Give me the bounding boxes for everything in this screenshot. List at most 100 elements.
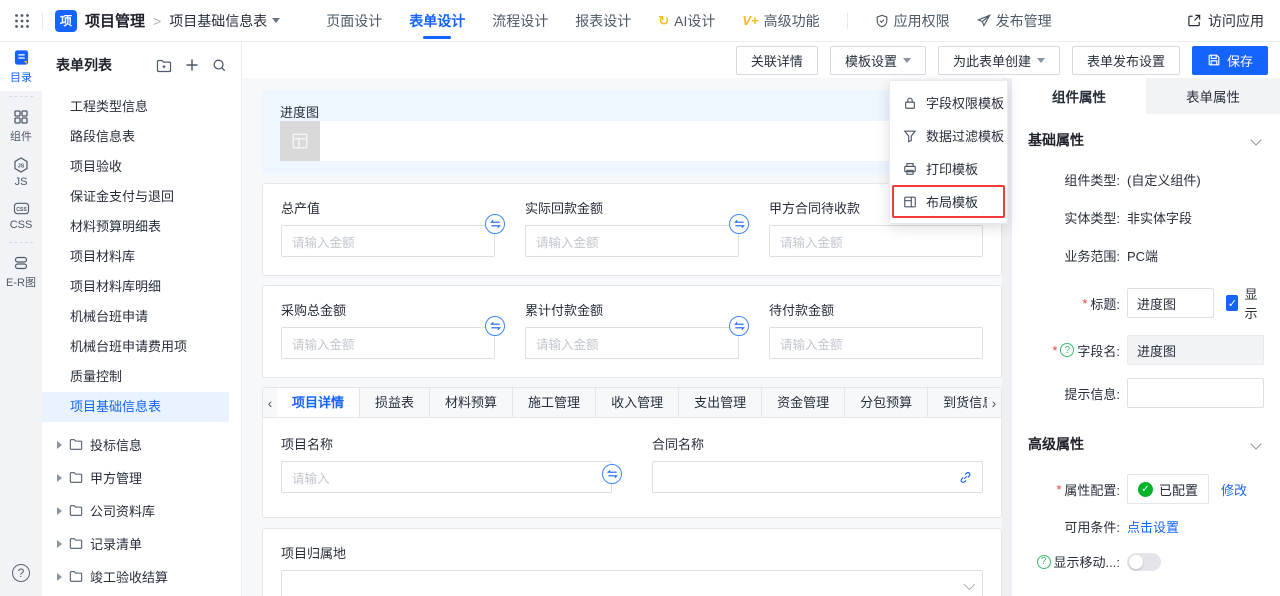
tab-report-design[interactable]: 报表设计 xyxy=(575,0,631,42)
rail-item-er-diagram[interactable]: E-R图 xyxy=(0,248,42,296)
tabs-scroll-right-icon[interactable]: › xyxy=(987,388,1001,417)
tab-form-design[interactable]: 表单设计 xyxy=(409,0,465,42)
detail-tab[interactable]: 损益表 xyxy=(360,388,430,417)
field-project-location[interactable]: 项目归属地 xyxy=(281,543,983,596)
swap-fields-icon[interactable] xyxy=(485,316,505,336)
field-actual-collection[interactable]: 实际回款金额 请输入金额 xyxy=(525,198,739,257)
click-to-set-link[interactable]: 点击设置 xyxy=(1127,517,1179,536)
help-circle-icon[interactable]: ? xyxy=(1060,343,1074,357)
detail-tabs-container: ‹ 项目详情 损益表 材料预算 施工管理 收入管理 支出管理 资金管理 分包预算… xyxy=(262,387,1002,518)
tab-advanced-features[interactable]: V+ 高级功能 xyxy=(742,0,819,42)
add-form-icon[interactable] xyxy=(185,58,199,72)
tab-page-design[interactable]: 页面设计 xyxy=(326,0,382,42)
field-project-name[interactable]: 项目名称 请输入 xyxy=(281,434,612,493)
new-folder-icon[interactable] xyxy=(156,58,172,73)
rail-item-catalog[interactable]: 目录 xyxy=(0,42,42,91)
visit-app-button[interactable]: 访问应用 xyxy=(1187,11,1264,31)
detail-tab[interactable]: 支出管理 xyxy=(679,388,762,417)
property-inspector: 组件属性 表单属性 基础属性 组件类型: (自定义组件) 实体类型: 非实体字段 xyxy=(1012,78,1280,596)
template-settings-button[interactable]: 模板设置 xyxy=(830,46,926,75)
create-for-form-button[interactable]: 为此表单创建 xyxy=(938,46,1060,75)
configured-status-chip: ✓ 已配置 xyxy=(1127,474,1209,504)
form-list-item[interactable]: 材料预算明细表 xyxy=(42,212,241,242)
tab-flow-design[interactable]: 流程设计 xyxy=(492,0,548,42)
amount-input[interactable]: 请输入金额 xyxy=(525,225,739,257)
menu-item-field-permission-template[interactable]: 字段权限模板 xyxy=(890,86,1007,119)
modify-link[interactable]: 修改 xyxy=(1221,480,1247,499)
swap-fields-icon[interactable] xyxy=(729,316,749,336)
amount-input[interactable]: 请输入金额 xyxy=(769,225,983,257)
detail-tab[interactable]: 施工管理 xyxy=(513,388,596,417)
contract-name-input[interactable] xyxy=(652,461,983,493)
hint-input[interactable] xyxy=(1127,378,1264,408)
title-input[interactable]: 进度图 xyxy=(1127,288,1214,318)
detail-tab[interactable]: 资金管理 xyxy=(762,388,845,417)
detail-tab-active[interactable]: 项目详情 xyxy=(276,388,360,417)
amount-input[interactable]: 请输入金额 xyxy=(525,327,739,359)
chevron-down-icon xyxy=(903,58,911,63)
form-publish-settings-button[interactable]: 表单发布设置 xyxy=(1072,46,1180,75)
detail-tab[interactable]: 分包预算 xyxy=(845,388,928,417)
form-folder[interactable]: 投标信息 xyxy=(42,428,241,461)
tab-form-properties[interactable]: 表单属性 xyxy=(1146,78,1280,114)
menu-item-data-filter-template[interactable]: 数据过滤模板 xyxy=(890,119,1007,152)
tab-ai-design[interactable]: ↻ AI设计 xyxy=(658,0,715,42)
detail-tab[interactable]: 收入管理 xyxy=(596,388,679,417)
advanced-properties-section-header[interactable]: 高级属性 xyxy=(1028,434,1264,454)
amount-input[interactable]: 请输入金额 xyxy=(281,327,495,359)
form-list-item[interactable]: 机械台班申请费用项 xyxy=(42,332,241,362)
form-list-item-selected[interactable]: 项目基础信息表 xyxy=(42,392,229,422)
form-folder[interactable]: 记录清单 xyxy=(42,527,241,560)
app-launcher-icon[interactable] xyxy=(14,13,30,29)
search-icon[interactable] xyxy=(212,58,227,73)
field-pending-payment[interactable]: 待付款金额 请输入金额 xyxy=(769,300,983,359)
form-list-item[interactable]: 质量控制 xyxy=(42,362,241,392)
show-checkbox-checked[interactable]: ✓ xyxy=(1226,295,1238,311)
location-select[interactable] xyxy=(281,570,983,596)
rail-item-js[interactable]: JS JS xyxy=(0,150,42,194)
menu-item-print-template[interactable]: 打印模板 xyxy=(890,152,1007,185)
work-row: 进度图 总产值 请输入金额 xyxy=(242,78,1280,596)
save-button[interactable]: 保存 xyxy=(1192,46,1268,75)
form-folder[interactable]: 公司资料库 xyxy=(42,494,241,527)
v-plus-icon: V+ xyxy=(742,0,758,42)
field-purchase-total[interactable]: 采购总金额 请输入金额 xyxy=(281,300,495,359)
swap-fields-icon[interactable] xyxy=(602,464,622,484)
form-folder[interactable]: 竣工验收结算 xyxy=(42,560,241,593)
field-contract-name[interactable]: 合同名称 xyxy=(652,434,983,493)
field-cumulative-payment[interactable]: 累计付款金额 请输入金额 xyxy=(525,300,739,359)
relate-detail-button[interactable]: 关联详情 xyxy=(736,46,818,75)
tab-component-properties[interactable]: 组件属性 xyxy=(1012,78,1146,114)
form-list-item[interactable]: 保证金支付与退回 xyxy=(42,182,241,212)
help-circle-icon[interactable]: ? xyxy=(1037,555,1051,569)
form-list-item[interactable]: 机械台班申请 xyxy=(42,302,241,332)
header-nav: 页面设计 表单设计 流程设计 报表设计 ↻ AI设计 V+ 高级功能 应用权限 … xyxy=(326,0,1051,42)
link-icon[interactable] xyxy=(959,471,972,484)
tabs-scroll-left-icon[interactable]: ‹ xyxy=(263,388,277,417)
form-list-item[interactable]: 项目材料库 xyxy=(42,242,241,272)
amount-input[interactable]: 请输入金额 xyxy=(769,327,983,359)
rail-item-components[interactable]: 组件 xyxy=(0,102,42,150)
swap-fields-icon[interactable] xyxy=(729,214,749,234)
form-list-item[interactable]: 路段信息表 xyxy=(42,122,241,152)
menu-item-layout-template[interactable]: 布局模板 xyxy=(890,185,1007,218)
form-list-item[interactable]: 项目材料库明细 xyxy=(42,272,241,302)
amount-input[interactable]: 请输入金额 xyxy=(281,225,495,257)
breadcrumb[interactable]: 项目基础信息表 xyxy=(169,11,280,31)
printer-icon xyxy=(903,162,917,176)
tab-publish-management[interactable]: 发布管理 xyxy=(977,0,1052,42)
app-name[interactable]: 项目管理 xyxy=(85,10,145,31)
detail-tab[interactable]: 材料预算 xyxy=(430,388,513,417)
show-mobile-toggle-off[interactable] xyxy=(1127,553,1161,571)
project-name-input[interactable]: 请输入 xyxy=(281,461,612,493)
basic-properties-section-header[interactable]: 基础属性 xyxy=(1028,130,1264,150)
swap-fields-icon[interactable] xyxy=(485,214,505,234)
rail-item-css[interactable]: CSS CSS xyxy=(0,194,42,237)
tab-app-permissions[interactable]: 应用权限 xyxy=(875,0,950,42)
form-list-item[interactable]: 工程类型信息 xyxy=(42,92,241,122)
field-total-output[interactable]: 总产值 请输入金额 xyxy=(281,198,495,257)
form-folder[interactable]: 甲方管理 xyxy=(42,461,241,494)
help-icon[interactable]: ? xyxy=(12,564,30,582)
custom-component-icon xyxy=(280,121,320,161)
form-list-item[interactable]: 项目验收 xyxy=(42,152,241,182)
